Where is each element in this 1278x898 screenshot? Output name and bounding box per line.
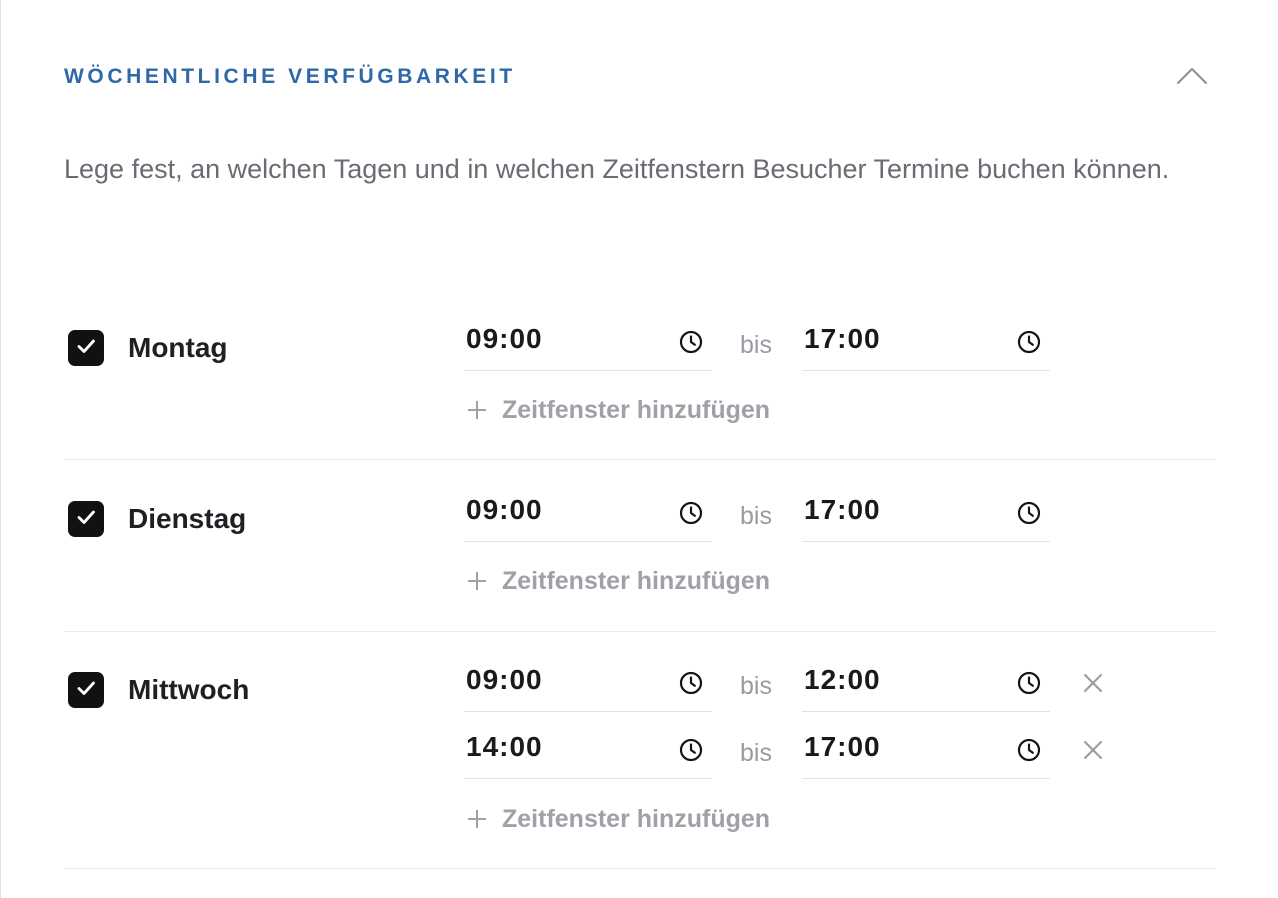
clock-icon[interactable] (678, 500, 704, 526)
start-time-field[interactable]: 14:00 (464, 727, 712, 779)
range-separator: bis (740, 502, 772, 530)
end-time-field[interactable]: 12:00 (802, 660, 1050, 712)
clock-icon[interactable] (678, 329, 704, 355)
time-slot: 09:00 bis 17:00 (464, 319, 1124, 371)
start-time-value: 09:00 (466, 664, 543, 695)
clock-icon[interactable] (1016, 329, 1042, 355)
time-slot: 09:00 bis 12:00 (464, 660, 1124, 712)
start-time-field[interactable]: 09:00 (464, 319, 712, 371)
add-time-slot-button[interactable]: Zeitfenster hinzufügen (466, 802, 770, 836)
clock-icon[interactable] (1016, 670, 1042, 696)
day-header: Montag (68, 330, 228, 366)
start-time-value: 09:00 (466, 323, 543, 354)
remove-time-slot-button[interactable] (1080, 670, 1106, 696)
end-time-value: 17:00 (804, 323, 881, 354)
time-slot: 09:00 bis 17:00 (464, 490, 1124, 542)
day-checkbox-dienstag[interactable] (68, 501, 104, 537)
section-description: Lege fest, an welchen Tagen und in welch… (64, 154, 1170, 184)
check-icon (74, 505, 98, 534)
day-header: Mittwoch (68, 672, 249, 708)
plus-icon (466, 399, 488, 421)
clock-icon[interactable] (678, 737, 704, 763)
add-time-slot-label: Zeitfenster hinzufügen (502, 566, 771, 595)
add-time-slot-button[interactable]: Zeitfenster hinzufügen (466, 564, 770, 598)
chevron-up-icon (1172, 60, 1212, 92)
check-icon (74, 334, 98, 363)
section-title: WÖCHENTLICHE VERFÜGBARKEIT (64, 65, 516, 88)
start-time-field[interactable]: 09:00 (464, 660, 712, 712)
section-header: WÖCHENTLICHE VERFÜGBARKEIT (64, 60, 1216, 96)
add-time-slot-label: Zeitfenster hinzufügen (502, 395, 771, 424)
clock-icon[interactable] (1016, 500, 1042, 526)
remove-time-slot-button[interactable] (1080, 737, 1106, 763)
day-checkbox-mittwoch[interactable] (68, 672, 104, 708)
plus-icon (466, 570, 488, 592)
panel-left-border (0, 0, 1, 898)
start-time-value: 14:00 (466, 731, 543, 762)
time-slot: 14:00 bis 17:00 (464, 727, 1124, 779)
day-checkbox-montag[interactable] (68, 330, 104, 366)
range-separator: bis (740, 739, 772, 767)
end-time-value: 17:00 (804, 494, 881, 525)
end-time-field[interactable]: 17:00 (802, 727, 1050, 779)
add-time-slot-label: Zeitfenster hinzufügen (502, 804, 771, 833)
close-icon (1080, 741, 1106, 767)
day-label: Dienstag (128, 503, 247, 534)
start-time-value: 09:00 (466, 494, 543, 525)
day-header: Dienstag (68, 501, 246, 537)
plus-icon (466, 808, 488, 830)
day-label: Montag (128, 332, 228, 363)
clock-icon[interactable] (678, 670, 704, 696)
check-icon (74, 676, 98, 705)
start-time-field[interactable]: 09:00 (464, 490, 712, 542)
end-time-field[interactable]: 17:00 (802, 490, 1050, 542)
day-row-montag: Montag 09:00 bis 17:00 Zeitfenster hinzu… (64, 312, 1216, 460)
day-row-dienstag: Dienstag 09:00 bis 17:00 Zeitfenster hin… (64, 460, 1216, 632)
clock-icon[interactable] (1016, 737, 1042, 763)
day-label: Mittwoch (128, 674, 250, 705)
end-time-value: 12:00 (804, 664, 881, 695)
range-separator: bis (740, 672, 772, 700)
day-row-mittwoch: Mittwoch 09:00 bis 12:00 14:00 bis 17:00… (64, 632, 1216, 869)
end-time-field[interactable]: 17:00 (802, 319, 1050, 371)
range-separator: bis (740, 331, 772, 359)
close-icon (1080, 674, 1106, 700)
end-time-value: 17:00 (804, 731, 881, 762)
collapse-button[interactable] (1172, 60, 1212, 92)
add-time-slot-button[interactable]: Zeitfenster hinzufügen (466, 393, 770, 427)
